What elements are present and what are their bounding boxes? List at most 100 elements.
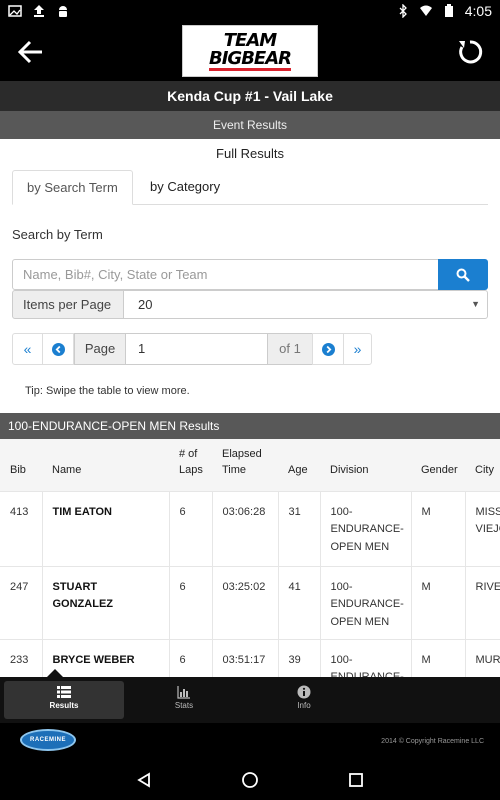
column-header[interactable]: Bib [0, 439, 42, 491]
city-cell: RIVERSIDE [464, 566, 500, 639]
event-subtitle: Event Results [0, 111, 500, 139]
event-title: Kenda Cup #1 - Vail Lake [0, 81, 500, 111]
copyright: 2014 © Copyright Racemine LLC [381, 738, 484, 745]
bib-cell: 413 [10, 505, 29, 518]
racemine-logo[interactable]: RACEMINE [20, 729, 76, 751]
search-input[interactable] [12, 259, 439, 290]
android-icon [59, 6, 67, 17]
wifi-icon [419, 5, 432, 16]
page-count: of 1 [267, 333, 313, 365]
footer: RACEMINE 2014 © Copyright Racemine LLC [0, 723, 500, 760]
double-chevron-left-icon: « [23, 341, 32, 357]
system-nav-bar [0, 760, 500, 800]
items-per-page-label: Items per Page [12, 290, 124, 319]
bar-chart-icon [177, 686, 190, 699]
bib-cell: 233 [10, 653, 29, 666]
nav-label: Info [297, 701, 311, 710]
battery-icon [444, 4, 453, 17]
gender-cell: M [410, 491, 465, 566]
division-cell: 100-ENDURANCE-OPEN MEN [319, 639, 411, 677]
nav-stats[interactable]: Stats [124, 681, 244, 719]
system-recents-button[interactable] [346, 770, 366, 790]
name-cell: STUART GONZALEZ [41, 566, 169, 639]
upload-icon [34, 5, 44, 17]
time-cell: 03:06:28 [211, 491, 278, 566]
search-label: Search by Term [12, 227, 103, 242]
search-tabs: by Search Term by Category [12, 170, 488, 205]
column-header[interactable]: Name [42, 439, 169, 491]
status-time: 4:05 [464, 3, 492, 19]
arrow-left-icon [17, 40, 42, 64]
back-button[interactable] [12, 34, 48, 70]
system-back-button[interactable] [134, 770, 154, 790]
nav-label: Results [49, 701, 79, 710]
results-table-scroll[interactable]: Bib Name # of Laps Elapsed Time Age Divi… [0, 439, 500, 677]
table-header-row: Bib Name # of Laps Elapsed Time Age Divi… [0, 439, 500, 491]
pagination: « Page 1 of 1 » [12, 333, 372, 365]
laps-cell: 6 [168, 566, 212, 639]
search-group [12, 259, 488, 290]
caret-down-icon: ▼ [471, 299, 480, 309]
time-cell: 03:25:02 [211, 566, 278, 639]
age-cell: 39 [277, 639, 320, 677]
search-icon [456, 268, 470, 282]
info-icon [297, 685, 311, 699]
bluetooth-icon [399, 4, 407, 18]
refresh-icon [459, 40, 483, 64]
items-per-page-group: Items per Page 20 ▼ [12, 290, 488, 319]
circle-home-icon [242, 772, 258, 788]
results-table: Bib Name # of Laps Elapsed Time Age Divi… [0, 439, 500, 677]
tab-search-term[interactable]: by Search Term [12, 170, 133, 205]
division-cell: 100-ENDURANCE-OPEN MEN [319, 491, 411, 566]
status-bar: 4:05 [0, 0, 500, 24]
age-cell: 31 [277, 491, 320, 566]
city-cell: MURRIETA [464, 639, 500, 677]
age-cell: 41 [277, 566, 320, 639]
city-cell: MISSION VIEJO [464, 491, 500, 566]
bib-cell: 247 [10, 580, 29, 593]
laps-cell: 6 [168, 639, 212, 677]
table-row[interactable]: 247 STUART GONZALEZ 6 03:25:02 41 100-EN… [0, 566, 500, 639]
results-heading: 100-ENDURANCE-OPEN MEN Results [0, 413, 500, 439]
system-home-button[interactable] [240, 770, 260, 790]
double-chevron-right-icon: » [353, 341, 362, 357]
last-page-button[interactable]: » [343, 333, 372, 365]
nav-label: Stats [174, 701, 194, 710]
column-header[interactable]: Elapsed Time [212, 439, 278, 491]
gender-cell: M [410, 639, 465, 677]
list-icon [57, 686, 71, 698]
division-cell: 100-ENDURANCE-OPEN MEN [319, 566, 411, 639]
column-header[interactable]: Division [320, 439, 411, 491]
name-cell: TIM EATON [41, 491, 169, 566]
app-bar: TEAM BIGBEAR [0, 24, 500, 81]
column-header[interactable]: Age [278, 439, 320, 491]
next-page-button[interactable] [312, 333, 344, 365]
nav-info[interactable]: Info [244, 681, 364, 719]
prev-page-button[interactable] [42, 333, 74, 365]
swipe-tip: Tip: Swipe the table to view more. [25, 385, 190, 397]
team-logo: TEAM BIGBEAR [182, 25, 318, 77]
refresh-button[interactable] [452, 34, 488, 70]
chevron-right-circle-icon [321, 342, 335, 356]
gender-cell: M [410, 566, 465, 639]
column-header[interactable]: Gender [411, 439, 465, 491]
tab-category[interactable]: by Category [136, 170, 234, 205]
notification-image-icon [8, 5, 22, 17]
page-title: Full Results [216, 146, 284, 161]
table-row[interactable]: 233 BRYCE WEBER 6 03:51:17 39 100-ENDURA… [0, 639, 500, 677]
nav-results[interactable]: Results [4, 681, 124, 719]
square-recents-icon [349, 773, 363, 787]
search-button[interactable] [438, 259, 488, 290]
chevron-left-circle-icon [51, 342, 65, 356]
page-input[interactable]: 1 [125, 333, 268, 365]
page-label: Page [74, 333, 126, 365]
column-header[interactable]: City [465, 439, 500, 491]
items-per-page-value: 20 [138, 297, 153, 312]
triangle-back-icon [137, 772, 150, 788]
column-header[interactable]: # of Laps [169, 439, 212, 491]
table-row[interactable]: 413 TIM EATON 6 03:06:28 31 100-ENDURANC… [0, 491, 500, 566]
laps-cell: 6 [168, 491, 212, 566]
bottom-nav: Results Stats Info [0, 677, 500, 723]
items-per-page-select[interactable]: 20 ▼ [123, 290, 488, 319]
first-page-button[interactable]: « [12, 333, 43, 365]
